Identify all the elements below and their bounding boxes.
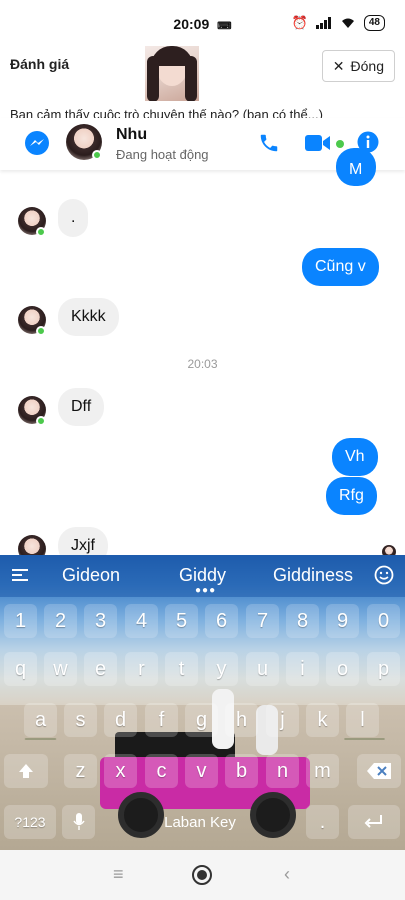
message-incoming[interactable]: Kkkk [58,298,119,336]
review-contact-photo [145,46,199,101]
key-a[interactable]: a [24,703,57,737]
wifi-icon [341,18,354,28]
key-7[interactable]: 7 [246,604,279,638]
symbols-key[interactable]: ?123 [4,805,56,839]
voice-input-key[interactable] [62,805,95,839]
shift-icon [19,764,33,778]
suggestion-item[interactable]: Giddy [179,565,226,586]
key-2[interactable]: 2 [44,604,77,638]
space-key[interactable]: Laban Key [100,805,300,839]
key-p[interactable]: p [367,652,400,686]
phone-call-icon[interactable] [258,132,280,154]
status-time: 20:09 [173,16,210,32]
signal-icon [315,17,331,29]
message-timestamp: 20:03 [187,357,218,371]
message-incoming[interactable]: . [58,199,89,237]
key-v[interactable]: v [185,754,218,788]
back-icon[interactable]: ‹ [284,864,290,885]
message-outgoing[interactable]: Rfg [326,477,377,515]
screen: 20:09 ⌨ ⏰ 48 Đánh giá ✕ Đóng Bạn cảm thấ… [0,0,405,900]
backspace-icon [367,763,391,779]
key-k[interactable]: k [306,703,339,737]
key-r[interactable]: r [125,652,158,686]
keyboard-indicator-icon: ⌨ [217,21,232,32]
battery-indicator: 48 [363,15,385,31]
suggestion-item[interactable]: Giddiness [273,565,353,586]
contact-status: Đang hoạt động [116,147,209,162]
alarm-icon: ⏰ [291,15,308,30]
key-m[interactable]: m [306,754,339,788]
system-navigation-bar: ≡ ‹ [0,850,405,900]
online-indicator [92,150,102,160]
message-outgoing[interactable]: Cũng v [302,248,379,286]
key-o[interactable]: o [326,652,359,686]
keyboard: Gideon Giddy ●●● Giddiness 1 2 3 4 5 6 7… [0,555,405,850]
key-u[interactable]: u [246,652,279,686]
online-indicator [36,227,46,237]
key-n[interactable]: n [266,754,299,788]
enter-key[interactable] [348,805,400,839]
close-icon: ✕ [332,57,345,74]
key-w[interactable]: w [44,652,77,686]
message-outgoing[interactable]: M [336,148,376,186]
key-0[interactable]: 0 [367,604,400,638]
key-e[interactable]: e [84,652,117,686]
period-key[interactable]: . [306,805,339,839]
messenger-icon[interactable] [24,130,50,156]
key-d[interactable]: d [104,703,137,737]
key-9[interactable]: 9 [326,604,359,638]
online-indicator [36,326,46,336]
microphone-icon [72,813,85,830]
status-icons: ⏰ 48 [292,15,385,31]
key-x[interactable]: x [104,754,137,788]
close-label: Đóng [350,58,384,74]
key-j[interactable]: j [266,703,299,737]
key-q[interactable]: q [4,652,37,686]
key-z[interactable]: z [64,754,97,788]
key-i[interactable]: i [286,652,319,686]
key-6[interactable]: 6 [205,604,238,638]
key-3[interactable]: 3 [84,604,117,638]
review-title: Đánh giá [10,56,70,72]
review-question: Bạn cảm thấy cuộc trò chuyện thế nào? (b… [10,107,323,118]
key-h[interactable]: h [225,703,258,737]
key-f[interactable]: f [145,703,178,737]
key-8[interactable]: 8 [286,604,319,638]
key-t[interactable]: t [165,652,198,686]
key-l[interactable]: l [346,703,379,737]
enter-icon [364,815,382,828]
video-active-dot [336,140,344,148]
suggestion-item[interactable]: Gideon [62,565,120,586]
key-g[interactable]: g [185,703,218,737]
keyboard-menu-icon[interactable] [12,567,30,583]
online-indicator [36,416,46,426]
key-c[interactable]: c [145,754,178,788]
suggestion-more-indicator: ●●● [195,585,217,596]
key-b[interactable]: b [225,754,258,788]
review-bar: Đánh giá ✕ Đóng [0,40,405,92]
shift-key[interactable] [4,754,48,788]
close-button[interactable]: ✕ Đóng [321,50,395,82]
message-incoming[interactable]: Dff [58,388,105,426]
status-bar: 20:09 ⌨ ⏰ 48 [0,0,405,40]
key-s[interactable]: s [64,703,97,737]
key-4[interactable]: 4 [125,604,158,638]
contact-name[interactable]: Nhu [116,126,147,144]
recent-apps-icon[interactable]: ≡ [113,864,124,885]
home-button[interactable] [192,865,212,885]
key-5[interactable]: 5 [165,604,198,638]
key-y[interactable]: y [205,652,238,686]
backspace-key[interactable] [357,754,401,788]
video-call-icon[interactable] [305,133,331,153]
key-1[interactable]: 1 [4,604,37,638]
emoji-icon[interactable] [374,565,394,585]
message-outgoing[interactable]: Vh [332,438,378,476]
